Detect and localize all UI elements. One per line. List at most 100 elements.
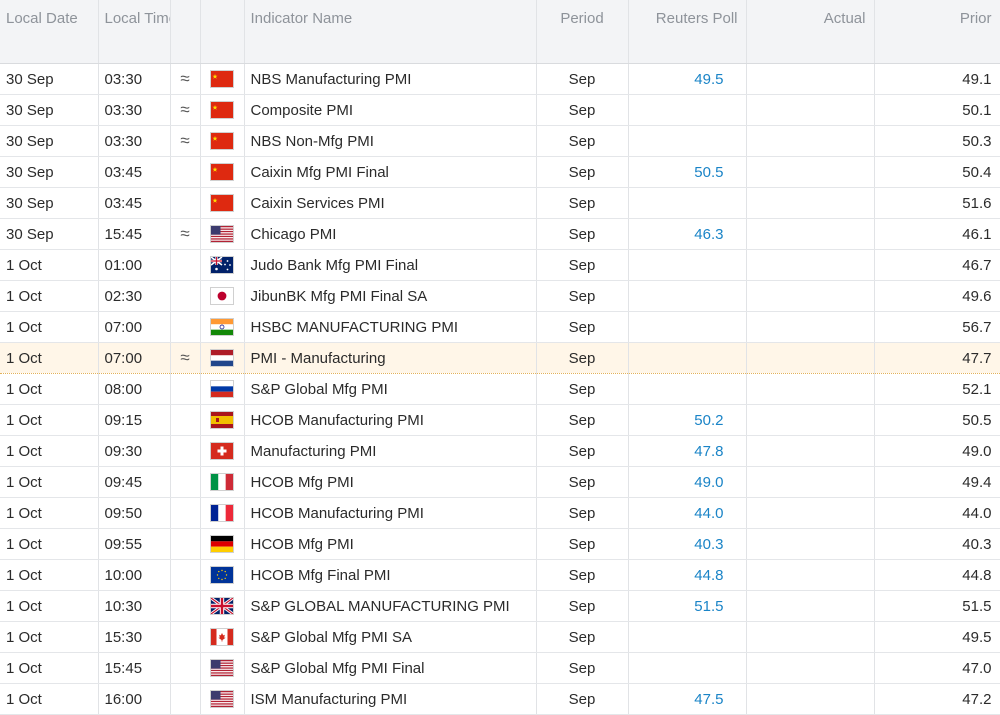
cell-local-date: 1 Oct	[0, 528, 99, 560]
cell-actual	[746, 94, 875, 126]
table-row[interactable]: 1 Oct 09:30 Manufacturing PMI Sep 47.8 49.0	[0, 435, 1000, 467]
cell-local-time: 09:45	[98, 466, 171, 498]
flag-australia-icon	[210, 256, 234, 275]
cell-period: Sep	[536, 590, 629, 622]
cell-indicator-name[interactable]: HCOB Manufacturing PMI	[244, 497, 537, 529]
flag-china-icon	[210, 194, 234, 213]
table-row[interactable]: 30 Sep 03:30 ≈ NBS Non-Mfg PMI Sep 50.3	[0, 125, 1000, 157]
cell-indicator-name[interactable]: PMI - Manufacturing	[244, 342, 537, 374]
cell-indicator-name[interactable]: Caixin Mfg PMI Final	[244, 156, 537, 188]
cell-indicator-name[interactable]: S&P Global Mfg PMI SA	[244, 621, 537, 653]
cell-local-date: 1 Oct	[0, 590, 99, 622]
table-row[interactable]: 1 Oct 09:15 HCOB Manufacturing PMI Sep 50.2 5…	[0, 404, 1000, 436]
table-row[interactable]: 1 Oct 16:00 ISM Manufacturing PMI Sep 47.5 47…	[0, 683, 1000, 715]
cell-local-date: 1 Oct	[0, 311, 99, 343]
table-row[interactable]: 1 Oct 07:00 HSBC MANUFACTURING PMI Sep 56.7	[0, 311, 1000, 343]
table-row[interactable]: 1 Oct 10:30 S&P GLOBAL MANUFACTURING PMI Se…	[0, 590, 1000, 622]
cell-period: Sep	[536, 559, 629, 591]
column-header-local-time[interactable]: Local Time	[98, 0, 171, 64]
table-row[interactable]: 30 Sep 03:30 ≈ Composite PMI Sep 50.1	[0, 94, 1000, 126]
table-row[interactable]: 1 Oct 02:30 JibunBK Mfg PMI Final SA Sep 49.…	[0, 280, 1000, 312]
cell-reuters-poll: 44.8	[628, 559, 747, 591]
cell-indicator-name[interactable]: Chicago PMI	[244, 218, 537, 250]
cell-indicator-name[interactable]: NBS Manufacturing PMI	[244, 63, 537, 95]
table-row[interactable]: 1 Oct 07:00 ≈ PMI - Manufacturing Sep 47.7	[0, 342, 1000, 374]
cell-local-date: 1 Oct	[0, 373, 99, 405]
column-header-indicator-name[interactable]: Indicator Name	[244, 0, 537, 64]
cell-local-time: 15:30	[98, 621, 171, 653]
cell-indicator-name[interactable]: NBS Non-Mfg PMI	[244, 125, 537, 157]
table-row[interactable]: 30 Sep 15:45 ≈ Chicago PMI Sep 46.3 46.1	[0, 218, 1000, 250]
table-row[interactable]: 1 Oct 10:00 HCOB Mfg Final PMI Sep 44.8 44.8	[0, 559, 1000, 591]
cell-actual	[746, 125, 875, 157]
approx-icon	[170, 311, 201, 343]
column-header-actual[interactable]: Actual	[746, 0, 875, 64]
approx-icon: ≈	[170, 63, 201, 95]
column-header-local-date[interactable]: Local Date	[0, 0, 99, 64]
table-row[interactable]: 1 Oct 01:00 Judo Bank Mfg PMI Final Sep 46.7	[0, 249, 1000, 281]
cell-period: Sep	[536, 187, 629, 219]
cell-prior: 50.3	[874, 125, 1000, 157]
table-row[interactable]: 1 Oct 09:55 HCOB Mfg PMI Sep 40.3 40.3	[0, 528, 1000, 560]
cell-local-time: 03:30	[98, 94, 171, 126]
cell-indicator-name[interactable]: HCOB Mfg PMI	[244, 528, 537, 560]
cell-indicator-name[interactable]: S&P Global Mfg PMI Final	[244, 652, 537, 684]
economic-calendar-table: Local Date Local Time Indicator Name Per…	[0, 0, 1000, 715]
cell-period: Sep	[536, 497, 629, 529]
cell-indicator-name[interactable]: HSBC MANUFACTURING PMI	[244, 311, 537, 343]
table-row[interactable]: 30 Sep 03:45 Caixin Services PMI Sep 51.6	[0, 187, 1000, 219]
cell-period: Sep	[536, 404, 629, 436]
flag-united-states-icon	[210, 659, 234, 678]
table-row[interactable]: 1 Oct 08:00 S&P Global Mfg PMI Sep 52.1	[0, 373, 1000, 405]
cell-prior: 51.5	[874, 590, 1000, 622]
approx-icon	[170, 683, 201, 715]
cell-indicator-name[interactable]: HCOB Manufacturing PMI	[244, 404, 537, 436]
approx-icon	[170, 621, 201, 653]
cell-local-date: 1 Oct	[0, 497, 99, 529]
cell-actual	[746, 280, 875, 312]
cell-indicator-name[interactable]: ISM Manufacturing PMI	[244, 683, 537, 715]
cell-local-time: 16:00	[98, 683, 171, 715]
cell-period: Sep	[536, 156, 629, 188]
table-row[interactable]: 1 Oct 15:30 S&P Global Mfg PMI SA Sep 49.5	[0, 621, 1000, 653]
cell-indicator-name[interactable]: JibunBK Mfg PMI Final SA	[244, 280, 537, 312]
cell-period: Sep	[536, 652, 629, 684]
cell-indicator-name[interactable]: HCOB Mfg PMI	[244, 466, 537, 498]
table-row[interactable]: 1 Oct 09:50 HCOB Manufacturing PMI Sep 44.0 4…	[0, 497, 1000, 529]
table-row[interactable]: 1 Oct 15:45 S&P Global Mfg PMI Final Sep 47.…	[0, 652, 1000, 684]
cell-indicator-name[interactable]: Judo Bank Mfg PMI Final	[244, 249, 537, 281]
cell-actual	[746, 373, 875, 405]
cell-local-date: 1 Oct	[0, 621, 99, 653]
cell-indicator-name[interactable]: HCOB Mfg Final PMI	[244, 559, 537, 591]
table-row[interactable]: 1 Oct 09:45 HCOB Mfg PMI Sep 49.0 49.4	[0, 466, 1000, 498]
cell-indicator-name[interactable]: Caixin Services PMI	[244, 187, 537, 219]
cell-actual	[746, 156, 875, 188]
cell-local-time: 09:55	[98, 528, 171, 560]
cell-local-time: 09:50	[98, 497, 171, 529]
cell-reuters-poll	[628, 125, 747, 157]
approx-icon	[170, 466, 201, 498]
cell-indicator-name[interactable]: S&P GLOBAL MANUFACTURING PMI	[244, 590, 537, 622]
cell-local-time: 09:15	[98, 404, 171, 436]
cell-indicator-name[interactable]: Composite PMI	[244, 94, 537, 126]
cell-local-time: 03:45	[98, 187, 171, 219]
table-header: Local Date Local Time Indicator Name Per…	[0, 0, 1000, 64]
cell-local-time: 03:30	[98, 125, 171, 157]
cell-period: Sep	[536, 63, 629, 95]
table-row[interactable]: 30 Sep 03:30 ≈ NBS Manufacturing PMI Sep 49.5…	[0, 63, 1000, 95]
cell-actual	[746, 311, 875, 343]
approx-icon: ≈	[170, 342, 201, 374]
cell-prior: 47.2	[874, 683, 1000, 715]
column-header-prior[interactable]: Prior	[874, 0, 1000, 64]
cell-actual	[746, 683, 875, 715]
cell-period: Sep	[536, 342, 629, 374]
column-header-reuters-poll[interactable]: Reuters Poll	[628, 0, 747, 64]
cell-actual	[746, 404, 875, 436]
approx-icon	[170, 497, 201, 529]
flag-european-union-icon	[210, 566, 234, 585]
cell-indicator-name[interactable]: S&P Global Mfg PMI	[244, 373, 537, 405]
column-header-period[interactable]: Period	[536, 0, 629, 64]
cell-indicator-name[interactable]: Manufacturing PMI	[244, 435, 537, 467]
table-row[interactable]: 30 Sep 03:45 Caixin Mfg PMI Final Sep 50.5 50…	[0, 156, 1000, 188]
flag-united-states-icon	[210, 225, 234, 244]
